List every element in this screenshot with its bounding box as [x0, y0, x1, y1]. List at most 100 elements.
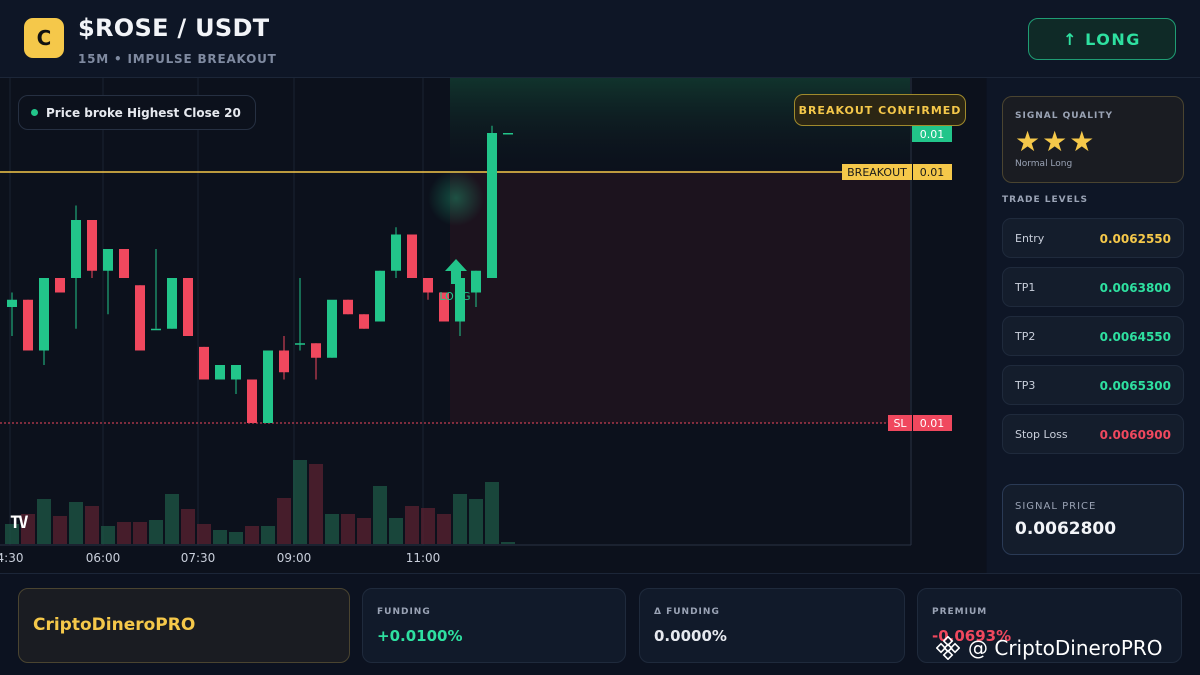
- brand-name: CriptoDineroPRO: [33, 615, 196, 635]
- stat-card-funding: FUNDING +0.0100%: [362, 588, 626, 663]
- candle-body: [39, 278, 49, 351]
- volume-bars: [5, 460, 515, 544]
- volume-bar: [485, 482, 499, 544]
- candle-body: [23, 299, 33, 351]
- candle-body: [391, 234, 401, 271]
- candle-body: [327, 299, 337, 358]
- candle-body: [247, 379, 257, 423]
- long-button[interactable]: ↑ LONG: [1028, 18, 1176, 60]
- volume-bar: [69, 502, 83, 544]
- signal-price-label: SIGNAL PRICE: [1015, 501, 1097, 512]
- trade-levels-heading: TRADE LEVELS: [1002, 195, 1088, 205]
- signal-quality-subtitle: Normal Long: [1015, 159, 1073, 169]
- stat-label: FUNDING: [377, 607, 431, 617]
- chart-area[interactable]: LONG 0.01 BREAKOUT 0.01 SL 0.01 4:30 06:0…: [0, 78, 986, 573]
- volume-bar: [53, 516, 67, 544]
- trade-level-name: Entry: [1015, 232, 1045, 245]
- trade-level-row: Stop Loss 0.0060900: [1002, 414, 1184, 454]
- volume-bar: [149, 520, 163, 544]
- trade-level-value: 0.0064550: [1099, 330, 1171, 344]
- candle-body: [263, 350, 273, 423]
- time-tick-label: 06:00: [86, 551, 121, 565]
- time-tick-label: 09:00: [277, 551, 312, 565]
- time-tick-label: 07:30: [181, 551, 216, 565]
- volume-bar: [133, 522, 147, 544]
- stat-label: PREMIUM: [932, 607, 988, 617]
- volume-bar: [309, 464, 323, 544]
- time-tick-label: 11:00: [406, 551, 441, 565]
- pair-subtitle: 15M • IMPULSE BREAKOUT: [78, 52, 277, 66]
- volume-bar: [437, 514, 451, 544]
- trade-level-value: 0.0063800: [1099, 281, 1171, 295]
- price-chart[interactable]: LONG 0.01 BREAKOUT 0.01 SL 0.01 4:30 06:0…: [0, 78, 986, 573]
- candle-body: [183, 278, 193, 336]
- volume-bar: [181, 509, 195, 544]
- candle-body: [7, 299, 17, 307]
- trade-level-row: TP1 0.0063800: [1002, 267, 1184, 307]
- trade-level-value: 0.0065300: [1099, 379, 1171, 393]
- breakout-confirmed-badge: BREAKOUT CONFIRMED: [794, 94, 966, 126]
- candle-body: [151, 328, 161, 331]
- volume-bar: [101, 526, 115, 544]
- volume-bar: [501, 542, 515, 544]
- watermark: @ CriptoDineroPRO: [936, 636, 1163, 660]
- volume-bar: [405, 506, 419, 544]
- binance-logo-icon: [936, 636, 960, 660]
- volume-bar: [213, 530, 227, 544]
- candle-body: [423, 278, 433, 293]
- entry-glow: [428, 170, 484, 226]
- signal-side-panel: SIGNAL QUALITY ★★★ Normal Long TRADE LEV…: [987, 78, 1200, 573]
- star-rating-icon: ★★★: [1015, 125, 1097, 158]
- volume-bar: [453, 494, 467, 544]
- trade-level-name: TP1: [1015, 281, 1036, 294]
- breakout-tag-label-text: BREAKOUT: [847, 166, 907, 179]
- candle-body: [343, 299, 353, 315]
- watermark-text: @ CriptoDineroPRO: [968, 636, 1163, 660]
- signal-price-card: SIGNAL PRICE 0.0062800: [1002, 484, 1184, 555]
- breakout-tag-value-text: 0.01: [920, 166, 945, 179]
- trade-level-name: TP2: [1015, 330, 1036, 343]
- signal-quality-label: SIGNAL QUALITY: [1015, 111, 1113, 121]
- candle-body: [199, 346, 209, 380]
- pair-title: $ROSE / USDT: [78, 14, 270, 42]
- volume-bar: [85, 506, 99, 544]
- candle-body: [471, 270, 481, 293]
- volume-bar: [117, 522, 131, 544]
- candle-body: [231, 365, 241, 380]
- volume-bar: [325, 514, 339, 544]
- breakout-reason-text: Price broke Highest Close 20: [46, 105, 241, 120]
- candle-body: [503, 133, 513, 135]
- volume-bar: [277, 498, 291, 544]
- candle-body: [359, 314, 369, 329]
- volume-bar: [37, 499, 51, 544]
- candle-body: [87, 220, 97, 271]
- trade-level-value: 0.0060900: [1099, 428, 1171, 442]
- header: C $ROSE / USDT 15M • IMPULSE BREAKOUT ↑ …: [0, 0, 1200, 78]
- candle-body: [279, 350, 289, 373]
- candle-body: [215, 365, 225, 380]
- volume-bar: [373, 486, 387, 544]
- candle-body: [55, 278, 65, 293]
- volume-bar: [165, 494, 179, 544]
- signal-quality-card: SIGNAL QUALITY ★★★ Normal Long: [1002, 96, 1184, 183]
- tradingview-logo-icon: TV: [10, 513, 29, 533]
- volume-bar: [261, 526, 275, 544]
- candle-body: [71, 220, 81, 278]
- candle-body: [375, 270, 385, 322]
- candle-body: [407, 234, 417, 278]
- status-dot-icon: [31, 109, 38, 116]
- sl-tag-value-text: 0.01: [920, 417, 945, 430]
- stat-value: +0.0100%: [377, 627, 463, 645]
- long-marker-label: LONG: [439, 290, 470, 303]
- volume-bar: [357, 518, 371, 544]
- trade-level-row: TP3 0.0065300: [1002, 365, 1184, 405]
- volume-bar: [341, 514, 355, 544]
- time-axis: 4:30 06:00 07:30 09:00 11:00: [0, 551, 440, 565]
- trade-level-row: Entry 0.0062550: [1002, 218, 1184, 258]
- trade-level-name: TP3: [1015, 379, 1036, 392]
- volume-bar: [229, 532, 243, 544]
- stop-loss-zone: [450, 172, 910, 423]
- volume-bar: [293, 460, 307, 544]
- trade-level-value: 0.0062550: [1099, 232, 1171, 246]
- vertical-gridlines: [9, 78, 424, 545]
